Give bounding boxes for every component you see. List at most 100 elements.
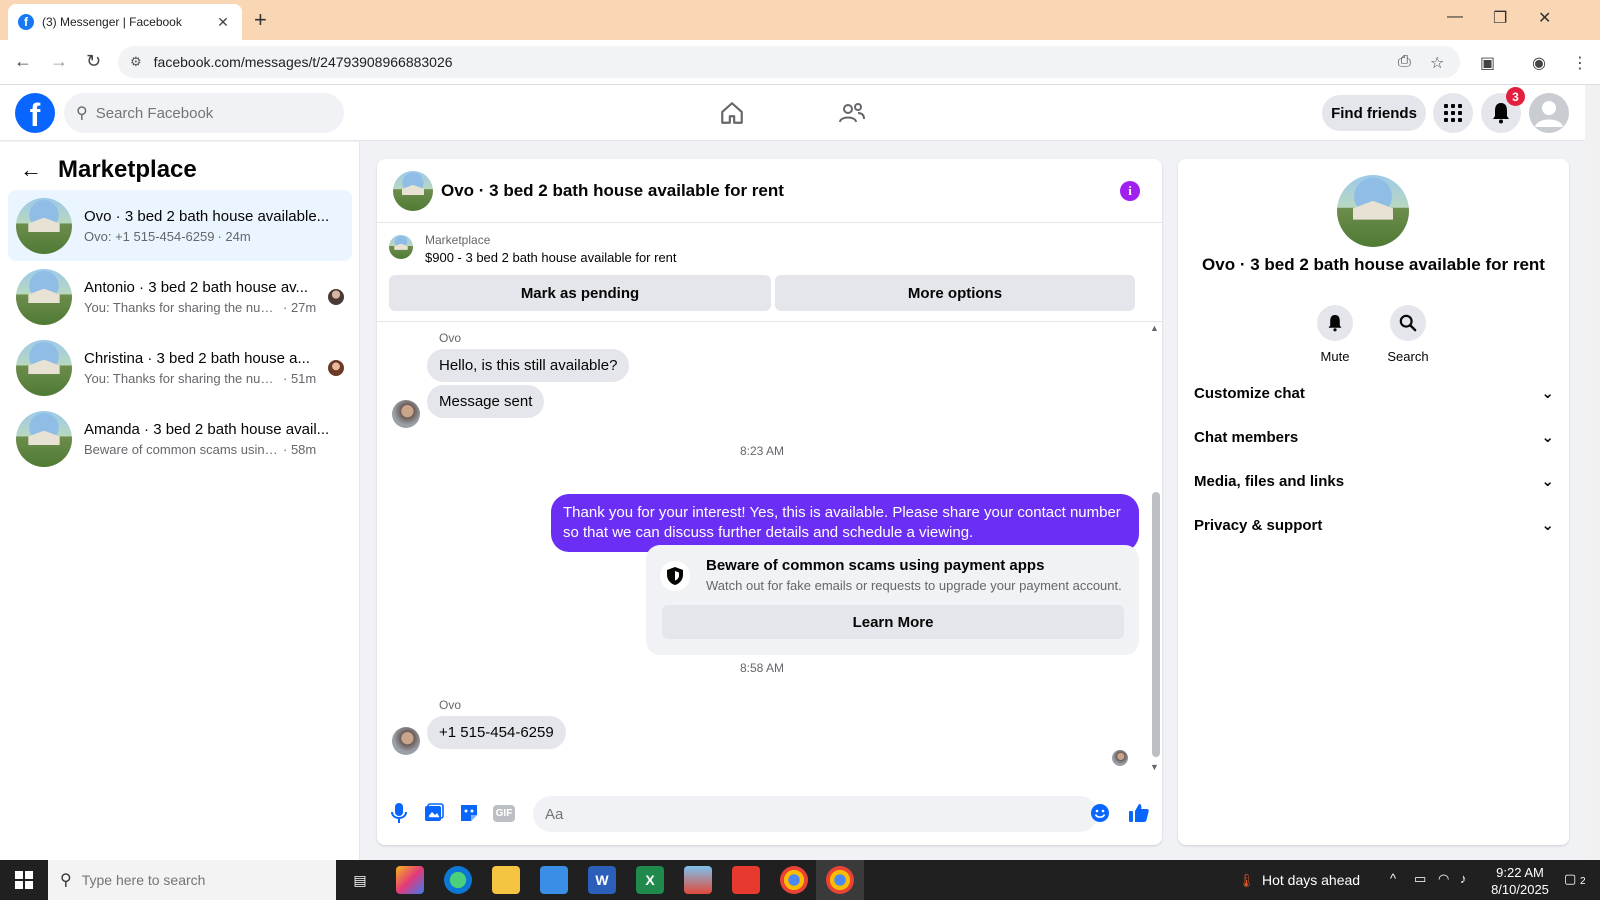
browser-menu-icon[interactable]: ⋮ xyxy=(1572,53,1588,73)
file-explorer-icon[interactable] xyxy=(492,866,520,894)
windows-start-icon[interactable] xyxy=(0,860,48,900)
copilot-icon[interactable] xyxy=(396,866,424,894)
scroll-down-icon[interactable]: ▼ xyxy=(1150,762,1159,772)
chrome-icon[interactable] xyxy=(780,866,808,894)
find-friends-button[interactable]: Find friends xyxy=(1322,95,1426,131)
photo-icon[interactable] xyxy=(422,801,446,825)
search-action[interactable]: Search xyxy=(1378,305,1438,364)
incoming-message[interactable]: Hello, is this still available? xyxy=(427,349,630,382)
new-tab-icon[interactable]: + xyxy=(254,8,267,32)
listing-summary[interactable]: Marketplace $900 - 3 bed 2 bath house av… xyxy=(389,233,677,265)
bell-icon xyxy=(1317,305,1353,341)
message-thread: Ovo Hello, is this still available? Mess… xyxy=(377,322,1147,784)
sticker-icon[interactable] xyxy=(457,801,481,825)
outgoing-message[interactable]: Thank you for your interest! Yes, this i… xyxy=(551,494,1139,552)
conversation-item-ovo[interactable]: Ovo · 3 bed 2 bath house available... Ov… xyxy=(8,190,352,261)
site-info-icon[interactable]: ⚙ xyxy=(130,54,142,70)
wifi-icon[interactable]: ◠ xyxy=(1438,871,1449,887)
close-window-icon[interactable]: ✕ xyxy=(1538,8,1551,28)
forward-icon[interactable]: → xyxy=(50,51,68,72)
home-icon[interactable] xyxy=(716,97,748,129)
edge-icon[interactable] xyxy=(444,866,472,894)
tray-chevron-icon[interactable]: ^ xyxy=(1390,871,1396,886)
friends-icon[interactable] xyxy=(836,97,868,129)
incoming-message[interactable]: +1 515-454-6259 xyxy=(427,716,566,749)
conversation-item-antonio[interactable]: Antonio · 3 bed 2 bath house av... You: … xyxy=(8,261,352,332)
minimize-icon[interactable]: — xyxy=(1447,8,1463,26)
customize-chat-section[interactable]: Customize chat ⌄ xyxy=(1194,373,1554,413)
address-bar-row: ← → ↻ ⚙ facebook.com/messages/t/24793908… xyxy=(0,40,1600,85)
restore-icon[interactable]: ❐ xyxy=(1493,8,1507,28)
sender-avatar[interactable] xyxy=(392,727,420,755)
learn-more-button[interactable]: Learn More xyxy=(662,605,1124,639)
windows-taskbar: ⚲ ▤ W X 🌡 Hot days ahead ^ ▭ ◠ ♪ 9:22 AM… xyxy=(0,860,1600,900)
notification-center-icon[interactable]: ▢ xyxy=(1564,871,1576,887)
emoji-icon[interactable] xyxy=(1088,801,1112,825)
account-avatar[interactable] xyxy=(1529,93,1569,133)
excel-icon[interactable]: X xyxy=(636,866,664,894)
install-app-icon[interactable]: ⎙ xyxy=(1398,53,1411,71)
chat-title[interactable]: Ovo · 3 bed 2 bath house available for r… xyxy=(441,181,784,201)
conversation-snippet: Ovo: +1 515-454-6259 xyxy=(84,228,215,244)
chrome-active-icon[interactable] xyxy=(826,866,854,894)
incoming-message[interactable]: Message sent xyxy=(427,385,545,418)
message-input-field[interactable] xyxy=(533,796,1098,832)
conversation-item-amanda[interactable]: Amanda · 3 bed 2 bath house avail... Bew… xyxy=(8,403,352,474)
message-input[interactable] xyxy=(545,805,1045,823)
reload-icon[interactable]: ↻ xyxy=(86,51,101,72)
back-arrow-icon[interactable]: ← xyxy=(20,157,42,183)
search-icon: ⚲ xyxy=(76,105,88,122)
meet-icon[interactable]: ▭ xyxy=(1414,871,1426,887)
task-view-icon[interactable]: ▤ xyxy=(346,866,374,894)
clock-time[interactable]: 9:22 AM xyxy=(1490,865,1550,880)
section-label: Chat members xyxy=(1194,428,1299,446)
conversation-snippet: Beware of common scams using pa... xyxy=(84,441,280,457)
close-tab-icon[interactable]: ✕ xyxy=(214,14,232,31)
profile-icon[interactable]: ◉ xyxy=(1532,53,1546,73)
info-icon[interactable]: i xyxy=(1120,181,1140,201)
browser-tab-active[interactable]: f (3) Messenger | Facebook ✕ xyxy=(8,4,242,40)
anydesk-icon[interactable] xyxy=(732,866,760,894)
chat-members-section[interactable]: Chat members ⌄ xyxy=(1194,417,1554,457)
facebook-search[interactable]: ⚲ xyxy=(64,93,344,133)
conversation-time: · 51m xyxy=(283,370,317,386)
mute-action[interactable]: Mute xyxy=(1305,305,1365,364)
privacy-support-section[interactable]: Privacy & support ⌄ xyxy=(1194,505,1554,545)
word-icon[interactable]: W xyxy=(588,866,616,894)
message-scrollbar[interactable]: ▲ ▼ xyxy=(1149,322,1162,784)
chat-avatar[interactable] xyxy=(393,170,433,211)
sender-avatar[interactable] xyxy=(392,400,420,428)
gif-label: GIF xyxy=(492,804,516,822)
thumbs-up-icon[interactable] xyxy=(1127,801,1151,825)
chevron-down-icon: ⌄ xyxy=(1541,473,1554,490)
media-files-links-section[interactable]: Media, files and links ⌄ xyxy=(1194,461,1554,501)
facebook-search-input[interactable] xyxy=(95,104,316,122)
scroll-up-icon[interactable]: ▲ xyxy=(1150,323,1159,333)
conversation-item-christina[interactable]: Christina · 3 bed 2 bath house a... You:… xyxy=(8,332,352,403)
browser-tab-bar: f (3) Messenger | Facebook ✕ + — ❐ ✕ xyxy=(0,0,1600,40)
chevron-down-icon: ⌄ xyxy=(1541,429,1554,446)
taskbar-search-input[interactable] xyxy=(81,872,302,888)
microphone-icon[interactable] xyxy=(387,801,411,825)
conversation-sidebar: ← Marketplace Ovo · 3 bed 2 bath house a… xyxy=(0,142,360,860)
back-icon[interactable]: ← xyxy=(14,51,32,72)
taskbar-search[interactable]: ⚲ xyxy=(48,860,336,900)
tab-search-icon[interactable]: ▣ xyxy=(1480,53,1495,73)
gif-icon[interactable]: GIF xyxy=(492,801,516,825)
listing-avatar[interactable] xyxy=(1337,175,1409,247)
microsoft-store-icon[interactable] xyxy=(540,866,568,894)
notification-center-count: 2 xyxy=(1580,876,1586,887)
clock-date[interactable]: 8/10/2025 xyxy=(1484,882,1556,897)
more-options-button[interactable]: More options xyxy=(775,275,1135,311)
mark-as-pending-button[interactable]: Mark as pending xyxy=(389,275,771,311)
facebook-logo-icon[interactable]: f xyxy=(15,93,55,133)
bookmark-star-icon[interactable]: ☆ xyxy=(1430,53,1444,73)
volume-icon[interactable]: ♪ xyxy=(1460,871,1467,886)
url-bar[interactable]: ⚙ facebook.com/messages/t/24793908966883… xyxy=(118,46,1460,78)
scrollbar-thumb[interactable] xyxy=(1152,492,1160,757)
tab-title: (3) Messenger | Facebook xyxy=(42,15,182,29)
menu-grid-button[interactable] xyxy=(1433,93,1473,133)
weather-text[interactable]: Hot days ahead xyxy=(1262,872,1360,888)
app-icon[interactable] xyxy=(684,866,712,894)
page-scrollbar[interactable] xyxy=(1585,85,1600,860)
